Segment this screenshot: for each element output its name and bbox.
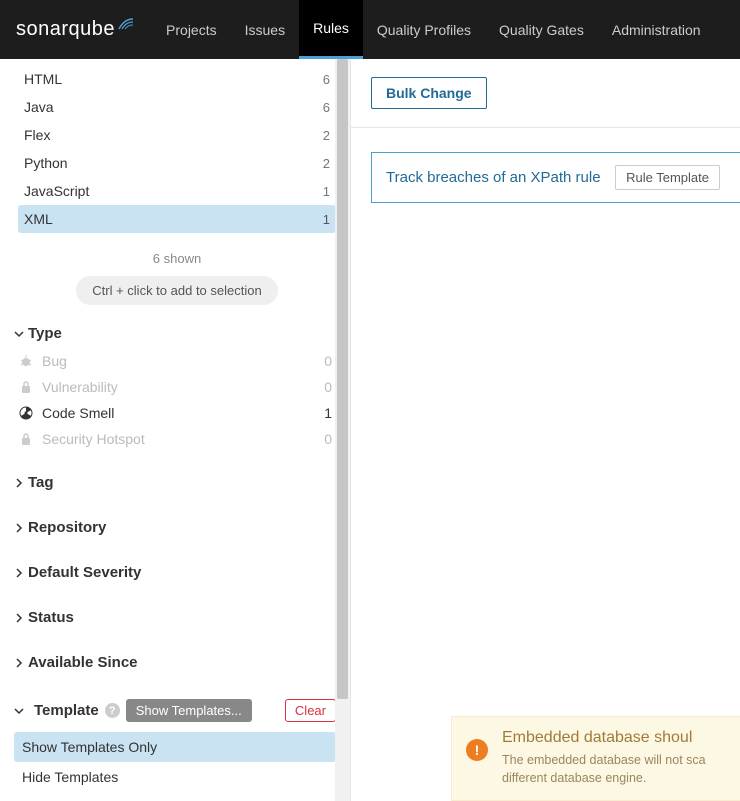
- language-item-flex[interactable]: Flex2: [18, 121, 336, 149]
- warning-banner: ! Embedded database shoul The embedded d…: [451, 716, 740, 801]
- language-item-python[interactable]: Python2: [18, 149, 336, 177]
- content: Bulk Change Track breaches of an XPath r…: [351, 59, 740, 801]
- logo-text: sonarqube: [16, 18, 115, 41]
- nav-issues[interactable]: Issues: [231, 0, 299, 59]
- section-type: Type Bug 0 Vulnerability 0 Code Smell 1 …: [0, 311, 350, 460]
- bug-icon: [16, 354, 36, 368]
- section-template: Template ? Show Templates... Clear Show …: [0, 685, 350, 800]
- type-item-vulnerability[interactable]: Vulnerability 0: [14, 374, 336, 400]
- section-default-severity-header[interactable]: Default Severity: [14, 558, 336, 587]
- template-option-show-only[interactable]: Show Templates Only: [14, 732, 336, 762]
- content-toolbar: Bulk Change: [351, 59, 740, 128]
- template-option-hide[interactable]: Hide Templates: [14, 762, 336, 792]
- clear-button[interactable]: Clear: [285, 699, 336, 722]
- sidebar: ▲ HTML6 Java6 Flex2 Python2 JavaScript1 …: [0, 59, 351, 801]
- shown-count: 6 shown: [18, 251, 336, 266]
- section-type-header[interactable]: Type: [14, 319, 336, 348]
- language-item-javascript[interactable]: JavaScript1: [18, 177, 336, 205]
- chevron-right-icon: [14, 568, 28, 578]
- type-item-code-smell[interactable]: Code Smell 1: [14, 400, 336, 426]
- type-item-bug[interactable]: Bug 0: [14, 348, 336, 374]
- warning-title: Embedded database shoul: [502, 729, 726, 747]
- section-repository: Repository: [0, 505, 350, 550]
- bulk-change-button[interactable]: Bulk Change: [371, 77, 487, 109]
- chevron-right-icon: [14, 523, 28, 533]
- chevron-right-icon: [14, 478, 28, 488]
- lock-icon: [16, 432, 36, 446]
- nav-quality-profiles[interactable]: Quality Profiles: [363, 0, 485, 59]
- lock-icon: [16, 380, 36, 394]
- section-tag: Tag: [0, 460, 350, 505]
- help-icon[interactable]: ?: [105, 703, 120, 718]
- section-available-since: Available Since: [0, 640, 350, 685]
- sidebar-scrollbar[interactable]: [335, 59, 350, 801]
- section-status: Status: [0, 595, 350, 640]
- warning-body: The embedded database will not sca diffe…: [502, 751, 726, 789]
- top-nav: sonarqube Projects Issues Rules Quality …: [0, 0, 740, 59]
- rule-template-badge: Rule Template: [615, 165, 720, 190]
- scrollbar-thumb[interactable]: [337, 59, 348, 699]
- radiation-icon: [16, 406, 36, 420]
- rule-card[interactable]: Track breaches of an XPath rule Rule Tem…: [371, 152, 740, 203]
- selection-hint: Ctrl + click to add to selection: [76, 276, 277, 305]
- chevron-down-icon: [14, 329, 28, 339]
- main: ▲ HTML6 Java6 Flex2 Python2 JavaScript1 …: [0, 59, 740, 801]
- language-item-xml[interactable]: XML1: [18, 205, 336, 233]
- nav-quality-gates[interactable]: Quality Gates: [485, 0, 598, 59]
- language-item-html[interactable]: HTML6: [18, 65, 336, 93]
- logo-wave-icon: [118, 18, 134, 30]
- section-template-header[interactable]: Template ? Show Templates... Clear: [14, 693, 336, 728]
- language-facet: HTML6 Java6 Flex2 Python2 JavaScript1 XM…: [0, 59, 350, 311]
- warning-icon: !: [466, 739, 488, 761]
- section-status-header[interactable]: Status: [14, 603, 336, 632]
- chevron-right-icon: [14, 658, 28, 668]
- section-repository-header[interactable]: Repository: [14, 513, 336, 542]
- chevron-right-icon: [14, 613, 28, 623]
- nav-projects[interactable]: Projects: [152, 0, 231, 59]
- section-tag-header[interactable]: Tag: [14, 468, 336, 497]
- template-selected-pill[interactable]: Show Templates...: [126, 699, 252, 722]
- rule-title: Track breaches of an XPath rule: [386, 169, 601, 186]
- language-item-java[interactable]: Java6: [18, 93, 336, 121]
- section-available-since-header[interactable]: Available Since: [14, 648, 336, 677]
- nav-rules[interactable]: Rules: [299, 0, 363, 59]
- nav-administration[interactable]: Administration: [598, 0, 715, 59]
- section-default-severity: Default Severity: [0, 550, 350, 595]
- logo[interactable]: sonarqube: [16, 18, 134, 41]
- type-item-security-hotspot[interactable]: Security Hotspot 0: [14, 426, 336, 452]
- chevron-down-icon: [14, 706, 28, 716]
